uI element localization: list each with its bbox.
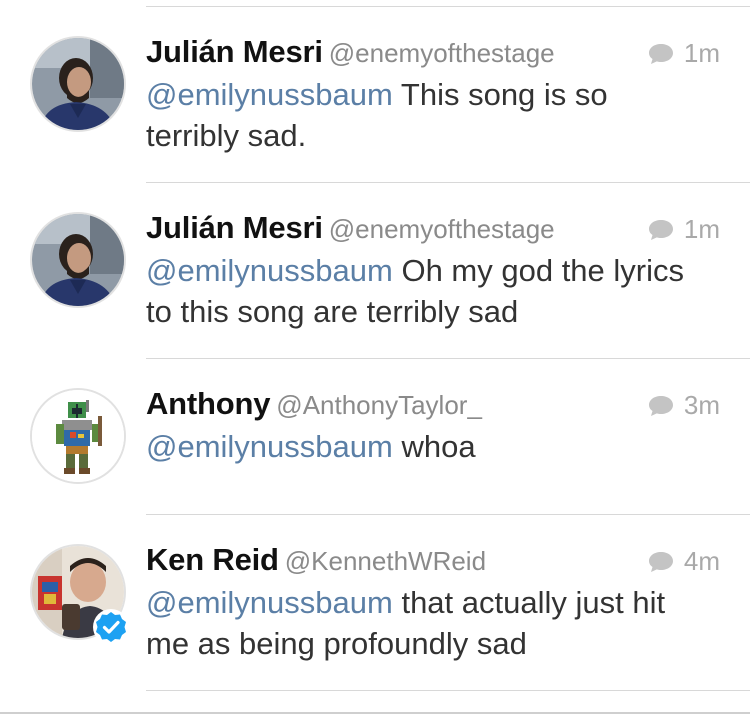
tweet-text: @emilynussbaum that actually just hit me… [146, 582, 706, 664]
reply-bubble-icon [648, 219, 673, 240]
tweet-text: @emilynussbaum whoa [146, 426, 706, 467]
timestamp: 4m [683, 546, 720, 576]
timestamp: 1m [683, 214, 720, 244]
author-handle[interactable]: @enemyofthestage [329, 214, 555, 244]
reply-bubble-icon [648, 43, 673, 64]
tweet-divider [146, 358, 750, 359]
tweet-divider [146, 514, 750, 515]
mention-link[interactable]: @emilynussbaum [146, 253, 393, 288]
tweet-item[interactable]: Julián Mesri @enemyofthestage 1m @emilynu… [0, 210, 750, 358]
reply-bubble-icon [648, 395, 673, 416]
tweet-body-text: whoa [392, 429, 476, 464]
bottom-edge-divider [0, 712, 750, 714]
author-name[interactable]: Ken Reid [146, 542, 279, 577]
mention-link[interactable]: @emilynussbaum [146, 585, 393, 620]
tweet-item[interactable]: Anthony @AnthonyTaylor_ 3m @emilynussbaum… [0, 386, 750, 514]
tweet-text: @emilynussbaum Oh my god the lyrics to t… [146, 250, 706, 332]
tweet-divider [146, 182, 750, 183]
timestamp: 1m [683, 38, 720, 68]
tweet-meta: 1m [648, 214, 720, 245]
tweet-header: Ken Reid @KennethWReid [146, 542, 486, 582]
tweet-item[interactable]: Julián Mesri @enemyofthestage 1m @emilynu… [0, 34, 750, 182]
tweet-item[interactable]: Ken Reid @KennethWReid 4m @emilynussbaum … [0, 542, 750, 690]
author-handle[interactable]: @AnthonyTaylor_ [276, 390, 482, 420]
portrait-photo-icon [32, 38, 124, 130]
tweet-divider [146, 690, 750, 691]
mention-link[interactable]: @emilynussbaum [146, 77, 393, 112]
author-name[interactable]: Julián Mesri [146, 34, 323, 69]
avatar[interactable] [30, 388, 126, 484]
pixel-art-bounty-hunter-icon [32, 390, 124, 482]
author-handle[interactable]: @KennethWReid [285, 546, 486, 576]
tweet-text: @emilynussbaum This song is so terribly … [146, 74, 706, 156]
tweet-timeline: Julián Mesri @enemyofthestage 1m @emilynu… [0, 0, 750, 717]
tweet-header: Julián Mesri @enemyofthestage [146, 210, 555, 250]
verified-badge [92, 608, 130, 646]
author-name[interactable]: Anthony [146, 386, 270, 421]
tweet-divider [146, 6, 750, 7]
timestamp: 3m [683, 390, 720, 420]
mention-link[interactable]: @emilynussbaum [146, 429, 393, 464]
verified-badge-icon [93, 609, 129, 645]
reply-bubble-icon [648, 551, 673, 572]
tweet-meta: 4m [648, 546, 720, 577]
tweet-meta: 1m [648, 38, 720, 69]
avatar[interactable] [30, 212, 126, 308]
tweet-header: Julián Mesri @enemyofthestage [146, 34, 555, 74]
author-handle[interactable]: @enemyofthestage [329, 38, 555, 68]
portrait-photo-icon [32, 214, 124, 306]
tweet-header: Anthony @AnthonyTaylor_ [146, 386, 482, 426]
avatar[interactable] [30, 36, 126, 132]
author-name[interactable]: Julián Mesri [146, 210, 323, 245]
tweet-meta: 3m [648, 390, 720, 421]
